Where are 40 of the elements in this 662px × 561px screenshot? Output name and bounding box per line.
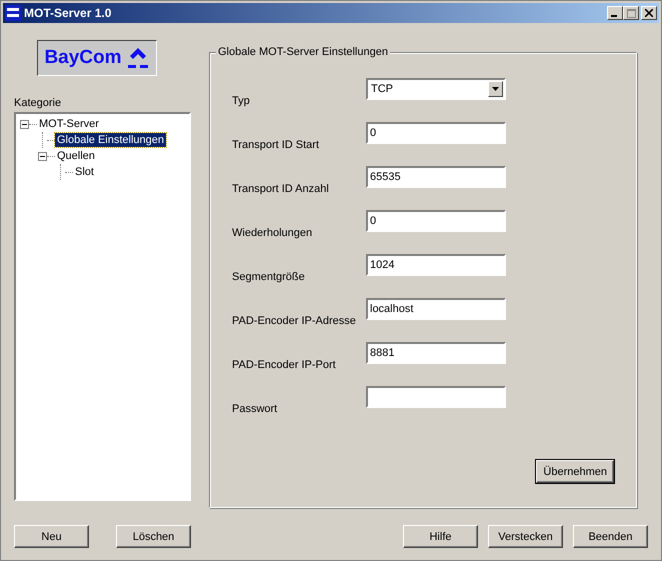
action-button[interactable]: Beenden xyxy=(573,525,648,548)
field-label: Wiederholungen xyxy=(232,227,314,239)
collapse-icon[interactable] xyxy=(38,152,47,160)
dropdown-arrow-icon xyxy=(492,87,499,91)
group-title: Globale MOT-Server Einstellungen xyxy=(216,46,390,58)
input-field[interactable]: localhost xyxy=(366,298,506,320)
collapse-icon[interactable] xyxy=(20,120,29,128)
close-button[interactable] xyxy=(641,6,657,20)
tree-item[interactable]: MOT-Server xyxy=(37,117,101,131)
tree-item[interactable]: Globale Einstellungen xyxy=(55,133,166,147)
tree-item[interactable]: Slot xyxy=(73,165,96,179)
apply-button[interactable]: Übernehmen xyxy=(536,460,614,483)
input-field[interactable] xyxy=(366,386,506,408)
tree-item[interactable]: Quellen xyxy=(55,149,97,163)
input-field[interactable]: 0 xyxy=(366,210,506,232)
field-label: Typ xyxy=(232,95,251,107)
maximize-icon xyxy=(626,8,636,18)
field-label: Transport ID Anzahl xyxy=(232,183,330,195)
action-button[interactable]: Hilfe xyxy=(403,525,478,548)
type-dropdown[interactable]: TCP xyxy=(366,78,506,100)
field-label: PAD-Encoder IP-Adresse xyxy=(232,315,357,327)
window-title: MOT-Server 1.0 xyxy=(24,6,112,20)
input-field[interactable]: 1024 xyxy=(366,254,506,276)
close-icon xyxy=(645,9,653,17)
field-label: Segmentgröße xyxy=(232,271,306,283)
action-button[interactable]: Löschen xyxy=(116,525,191,548)
app-icon xyxy=(5,5,21,21)
logo: BayCom xyxy=(37,40,157,76)
field-label: PAD-Encoder IP-Port xyxy=(232,359,337,371)
field-label: Passwort xyxy=(232,403,278,415)
input-field[interactable]: 8881 xyxy=(366,342,506,364)
input-field[interactable]: 65535 xyxy=(366,166,506,188)
input-field[interactable]: 0 xyxy=(366,122,506,144)
minimize-button[interactable] xyxy=(607,6,623,20)
action-button[interactable]: Verstecken xyxy=(488,525,563,548)
maximize-button[interactable] xyxy=(623,6,639,20)
logo-icon xyxy=(126,46,150,70)
action-button[interactable]: Neu xyxy=(14,525,89,548)
field-label: Transport ID Start xyxy=(232,139,320,151)
category-label: Kategorie xyxy=(14,97,62,111)
